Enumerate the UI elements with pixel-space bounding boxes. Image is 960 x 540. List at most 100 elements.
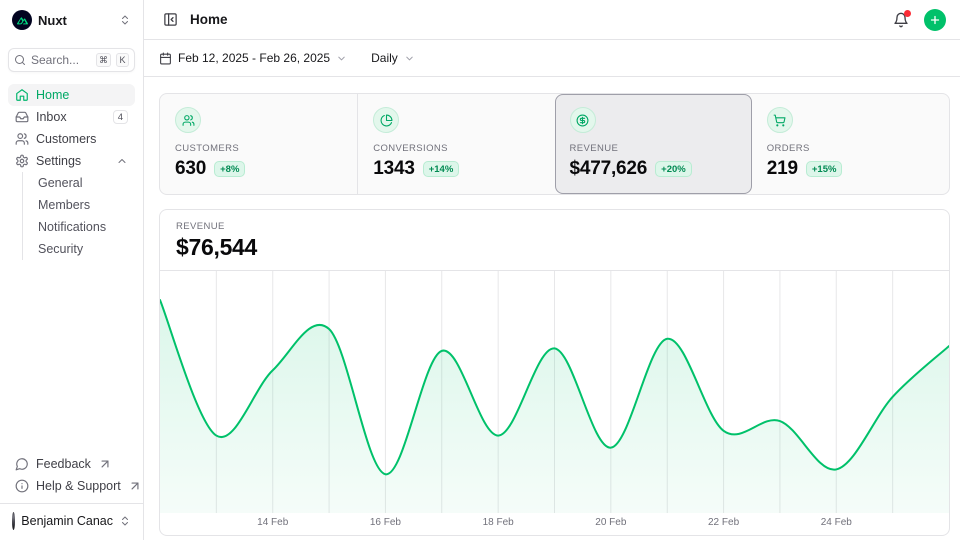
search-placeholder: Search...: [31, 53, 91, 67]
sidebar-footer-nav: Feedback Help & Support: [8, 453, 135, 497]
chart-x-axis: 14 Feb 16 Feb 18 Feb 20 Feb 22 Feb 24 Feb: [160, 513, 949, 535]
delta-badge: +14%: [423, 161, 460, 177]
page-content: CUSTOMERS630+8%CONVERSIONS1343+14%REVENU…: [144, 77, 960, 540]
sidebar-collapse-button[interactable]: [158, 8, 182, 32]
workspace-name: Nuxt: [38, 13, 113, 28]
settings-subnav: General Members Notifications Security: [22, 172, 135, 260]
gear-icon: [15, 154, 29, 168]
sidebar-subitem-label: Security: [38, 242, 83, 256]
chart-title: REVENUE: [176, 221, 933, 232]
stat-value-row: 219 +15%: [767, 158, 934, 180]
revenue-area-chart: [160, 271, 949, 513]
sidebar-item-label: Feedback: [36, 457, 91, 471]
sidebar-spacer: [8, 260, 135, 441]
plus-icon: [929, 14, 941, 26]
page-title: Home: [190, 12, 880, 27]
stat-value: 630: [175, 158, 206, 180]
stat-value-row: 630 +8%: [175, 158, 342, 180]
chevron-down-icon: [336, 53, 347, 64]
sidebar-item-home[interactable]: Home: [8, 84, 135, 106]
nuxt-logo-icon: [12, 10, 32, 30]
sidebar-item-inbox[interactable]: Inbox 4: [8, 106, 135, 128]
delta-badge: +15%: [806, 161, 843, 177]
sidebar-item-security[interactable]: Security: [34, 238, 135, 260]
kbd-k: K: [116, 53, 129, 67]
stat-label: CONVERSIONS: [373, 143, 539, 154]
stats-cards: CUSTOMERS630+8%CONVERSIONS1343+14%REVENU…: [159, 93, 950, 195]
sidebar: Nuxt Search... ⌘ K Home Inbox 4 Customers Se…: [0, 0, 144, 540]
workspace-switcher[interactable]: Nuxt: [8, 8, 135, 32]
pie-chart-icon-circle: [373, 107, 399, 133]
user-menu[interactable]: Benjamin Canac: [8, 504, 135, 532]
stat-label: REVENUE: [570, 143, 737, 154]
x-tick-label: 24 Feb: [821, 517, 852, 528]
chevrons-up-down-icon: [119, 515, 131, 527]
topbar: Home: [144, 0, 960, 40]
sidebar-item-members[interactable]: Members: [34, 194, 135, 216]
avatar: [12, 512, 15, 530]
stat-card-conversions[interactable]: CONVERSIONS1343+14%: [357, 94, 554, 194]
x-tick-label: 14 Feb: [257, 517, 288, 528]
delta-badge: +8%: [214, 161, 245, 177]
arrow-up-right-icon: [128, 479, 142, 493]
sidebar-subitem-label: Members: [38, 198, 90, 212]
x-tick-label: 20 Feb: [595, 517, 626, 528]
date-range-button[interactable]: Feb 12, 2025 - Feb 26, 2025: [159, 51, 347, 65]
search-icon: [14, 54, 26, 66]
date-range-label: Feb 12, 2025 - Feb 26, 2025: [178, 51, 330, 65]
period-select[interactable]: Daily: [371, 51, 415, 65]
main-area: Home Feb 12, 2025 - Feb 26, 2025 Daily C…: [144, 0, 960, 540]
x-tick-label: 18 Feb: [483, 517, 514, 528]
chevron-up-icon: [116, 155, 128, 167]
inbox-count-badge: 4: [113, 110, 128, 124]
kbd-meta: ⌘: [96, 53, 111, 67]
stat-value: 219: [767, 158, 798, 180]
dollar-icon-circle: [570, 107, 596, 133]
chart-header: REVENUE $76,544: [160, 210, 949, 271]
dollar-icon: [576, 114, 589, 127]
period-label: Daily: [371, 51, 398, 65]
sidebar-subitem-label: General: [38, 176, 82, 190]
sidebar-item-label: Inbox: [36, 110, 67, 124]
sidebar-item-help-support[interactable]: Help & Support: [8, 475, 135, 497]
stat-label: CUSTOMERS: [175, 143, 342, 154]
users-icon: [182, 114, 195, 127]
chevron-down-icon: [404, 53, 415, 64]
sidebar-item-label: Home: [36, 88, 69, 102]
info-icon: [15, 479, 29, 493]
user-name: Benjamin Canac: [21, 514, 113, 528]
sidebar-item-general[interactable]: General: [34, 172, 135, 194]
sidebar-nav: Home Inbox 4 Customers Settings General Member…: [8, 84, 135, 260]
users-icon: [15, 132, 29, 146]
sidebar-subitem-label: Notifications: [38, 220, 106, 234]
stat-value: $477,626: [570, 158, 648, 180]
chevrons-up-down-icon: [119, 14, 131, 26]
sidebar-item-settings[interactable]: Settings: [8, 150, 135, 172]
stat-card-customers[interactable]: CUSTOMERS 630 +8%: [160, 94, 357, 194]
stat-card-orders[interactable]: ORDERS 219 +15%: [752, 94, 949, 194]
sidebar-item-feedback[interactable]: Feedback: [8, 453, 135, 475]
sidebar-item-notifications[interactable]: Notifications: [34, 216, 135, 238]
notification-dot: [904, 10, 911, 17]
x-tick-label: 16 Feb: [370, 517, 401, 528]
stat-label: ORDERS: [767, 143, 934, 154]
notifications-button[interactable]: [888, 7, 914, 33]
area-chart-svg: [160, 271, 949, 513]
stat-card-revenue[interactable]: REVENUE $477,626 +20%: [555, 94, 752, 194]
delta-badge: +20%: [655, 161, 692, 177]
cart-icon: [773, 114, 786, 127]
stat-value-row: $477,626 +20%: [570, 158, 737, 180]
revenue-chart-card: REVENUE $76,544 14 Feb 16 Feb 18 Feb 20 Feb…: [159, 209, 950, 536]
calendar-icon: [159, 52, 172, 65]
arrow-up-right-icon: [98, 457, 112, 471]
sidebar-item-label: Help & Support: [36, 479, 121, 493]
add-button[interactable]: [924, 9, 946, 31]
cart-icon-circle: [767, 107, 793, 133]
sidebar-item-label: Settings: [36, 154, 81, 168]
sidebar-item-customers[interactable]: Customers: [8, 128, 135, 150]
x-tick-label: 22 Feb: [708, 517, 739, 528]
search-input[interactable]: Search... ⌘ K: [8, 48, 135, 72]
home-icon: [15, 88, 29, 102]
pie-chart-icon: [380, 114, 393, 127]
filter-toolbar: Feb 12, 2025 - Feb 26, 2025 Daily: [144, 40, 960, 77]
